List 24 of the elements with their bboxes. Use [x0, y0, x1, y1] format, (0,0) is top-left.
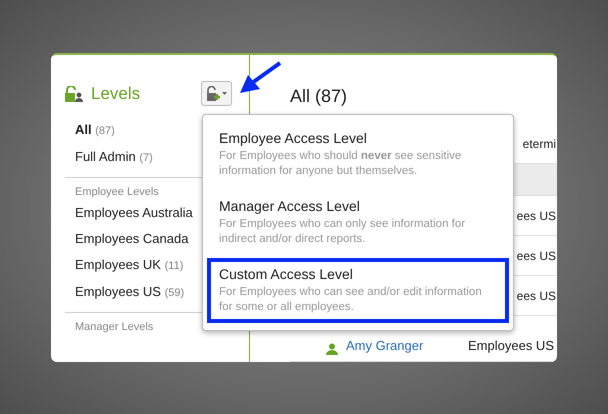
section-title: Levels — [91, 83, 140, 105]
annotation-arrow — [240, 61, 282, 93]
lock-user-icon — [65, 86, 83, 102]
table-cell-text: Employees US — [468, 336, 555, 355]
person-icon — [326, 343, 338, 355]
section-heading: Employee Levels — [74, 184, 160, 200]
level-item[interactable]: Employees Canada — [75, 226, 188, 252]
level-item[interactable]: All (87) — [75, 116, 115, 144]
section-heading: Manager Levels — [74, 320, 154, 335]
table-cell-text: etermi — [522, 136, 557, 152]
menu-item[interactable]: Employee Access Level For Employees who should never see sensitive information for anyone but themselves. — [207, 122, 509, 187]
level-item[interactable]: Employees Australia — [75, 200, 193, 226]
level-item[interactable]: Employees UK (11) — [75, 252, 184, 279]
level-item[interactable]: Full Admin (7) — [75, 144, 153, 170]
menu-item[interactable]: Manager Access Level For Employees who can only see information for indirect and/or direct reports. — [207, 190, 509, 255]
table-cell-text: ees US — [516, 248, 557, 264]
page-heading: All (87) — [290, 85, 348, 108]
table-cell-text: ees US — [516, 208, 557, 224]
table-cell-text: ees US — [516, 288, 557, 304]
level-item[interactable]: Employees US (59) — [75, 279, 184, 306]
employee-link[interactable]: Amy Granger — [346, 336, 424, 355]
add-level-button[interactable] — [201, 81, 232, 106]
lock-add-icon — [206, 86, 228, 102]
menu-item[interactable]: Custom Access Level For Employees who can see and/or edit information for some or all employees. — [207, 258, 509, 323]
